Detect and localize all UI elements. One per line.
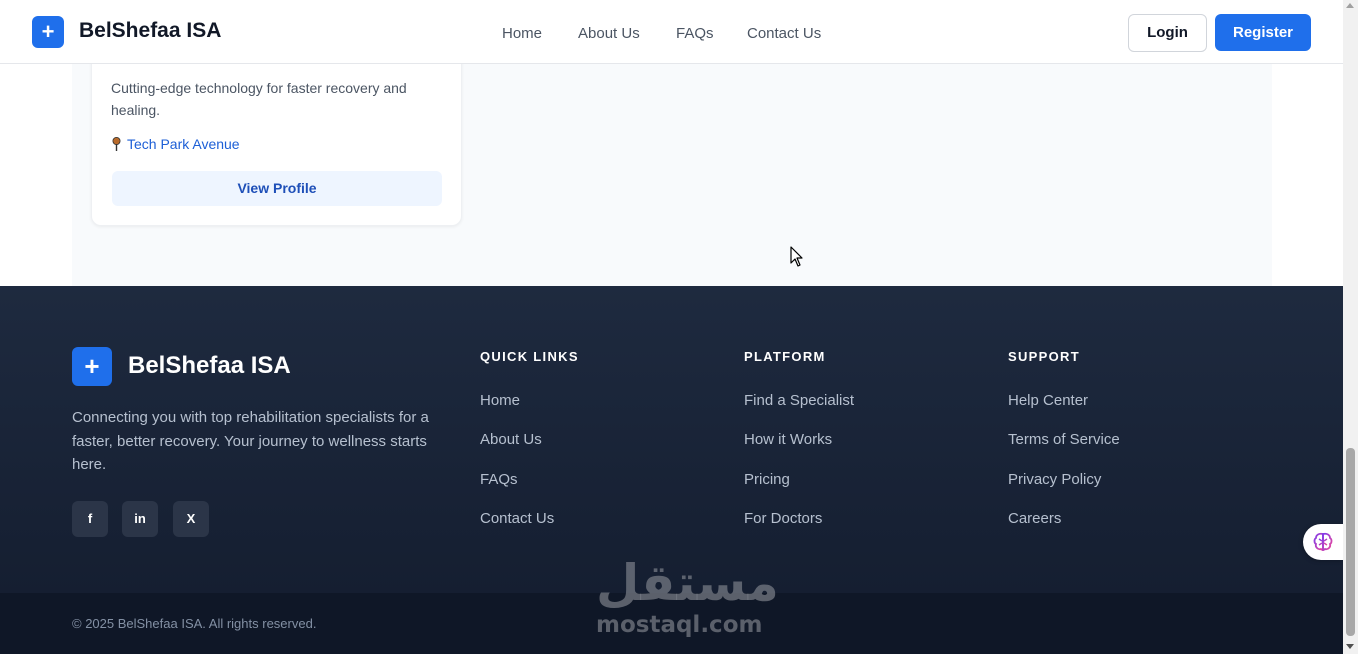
- view-profile-button[interactable]: View Profile: [112, 171, 442, 206]
- nav-about-us[interactable]: About Us: [578, 25, 640, 42]
- watermark-latin: mostaql.com: [596, 612, 763, 638]
- scrollbar-thumb[interactable]: [1346, 448, 1355, 636]
- footer-link-careers[interactable]: Careers: [1008, 510, 1061, 527]
- footer-link-help-center[interactable]: Help Center: [1008, 392, 1088, 409]
- assistant-widget[interactable]: [1303, 524, 1343, 560]
- linkedin-icon[interactable]: in: [122, 501, 158, 537]
- login-button[interactable]: Login: [1128, 14, 1207, 52]
- brain-icon: [1313, 532, 1333, 551]
- footer-link-home[interactable]: Home: [480, 392, 520, 409]
- plus-icon: +: [72, 347, 112, 386]
- nav-faqs[interactable]: FAQs: [676, 25, 714, 42]
- specialist-location-link[interactable]: Tech Park Avenue: [127, 136, 240, 152]
- footer-link-for-doctors[interactable]: For Doctors: [744, 510, 822, 527]
- footer-link-privacy[interactable]: Privacy Policy: [1008, 471, 1101, 488]
- footer-description: Connecting you with top rehabilitation s…: [72, 409, 429, 473]
- register-button[interactable]: Register: [1215, 14, 1311, 51]
- specialist-description: Cutting-edge technology for faster recov…: [111, 80, 407, 118]
- support-title: SUPPORT: [1008, 349, 1080, 364]
- quick-links-title: QUICK LINKS: [480, 349, 579, 364]
- mouse-cursor-icon: [790, 246, 803, 267]
- footer-link-how-it-works[interactable]: How it Works: [744, 431, 832, 448]
- copyright-text: © 2025 BelShefaa ISA. All rights reserve…: [72, 616, 317, 631]
- footer-link-contact-us[interactable]: Contact Us: [480, 510, 554, 527]
- footer-link-terms[interactable]: Terms of Service: [1008, 431, 1120, 448]
- nav-contact-us[interactable]: Contact Us: [747, 25, 821, 42]
- platform-title: PLATFORM: [744, 349, 826, 364]
- page-scrollbar[interactable]: [1343, 0, 1358, 654]
- map-pin-icon: [112, 137, 121, 151]
- scroll-down-icon[interactable]: [1346, 644, 1354, 649]
- plus-icon[interactable]: +: [32, 16, 64, 48]
- footer-link-faqs[interactable]: FAQs: [480, 471, 518, 488]
- facebook-icon[interactable]: f: [72, 501, 108, 537]
- brand-name[interactable]: BelShefaa ISA: [79, 19, 221, 43]
- x-twitter-icon[interactable]: X: [173, 501, 209, 537]
- footer-link-about-us[interactable]: About Us: [480, 431, 542, 448]
- watermark-arabic: مستقل: [596, 554, 780, 612]
- footer-brand: BelShefaa ISA: [128, 352, 291, 379]
- top-navbar: + BelShefaa ISA Home About Us FAQs Conta…: [0, 0, 1343, 64]
- footer-link-pricing[interactable]: Pricing: [744, 471, 790, 488]
- footer-link-find-specialist[interactable]: Find a Specialist: [744, 392, 854, 409]
- nav-home[interactable]: Home: [502, 25, 542, 42]
- scroll-up-icon[interactable]: [1346, 3, 1354, 8]
